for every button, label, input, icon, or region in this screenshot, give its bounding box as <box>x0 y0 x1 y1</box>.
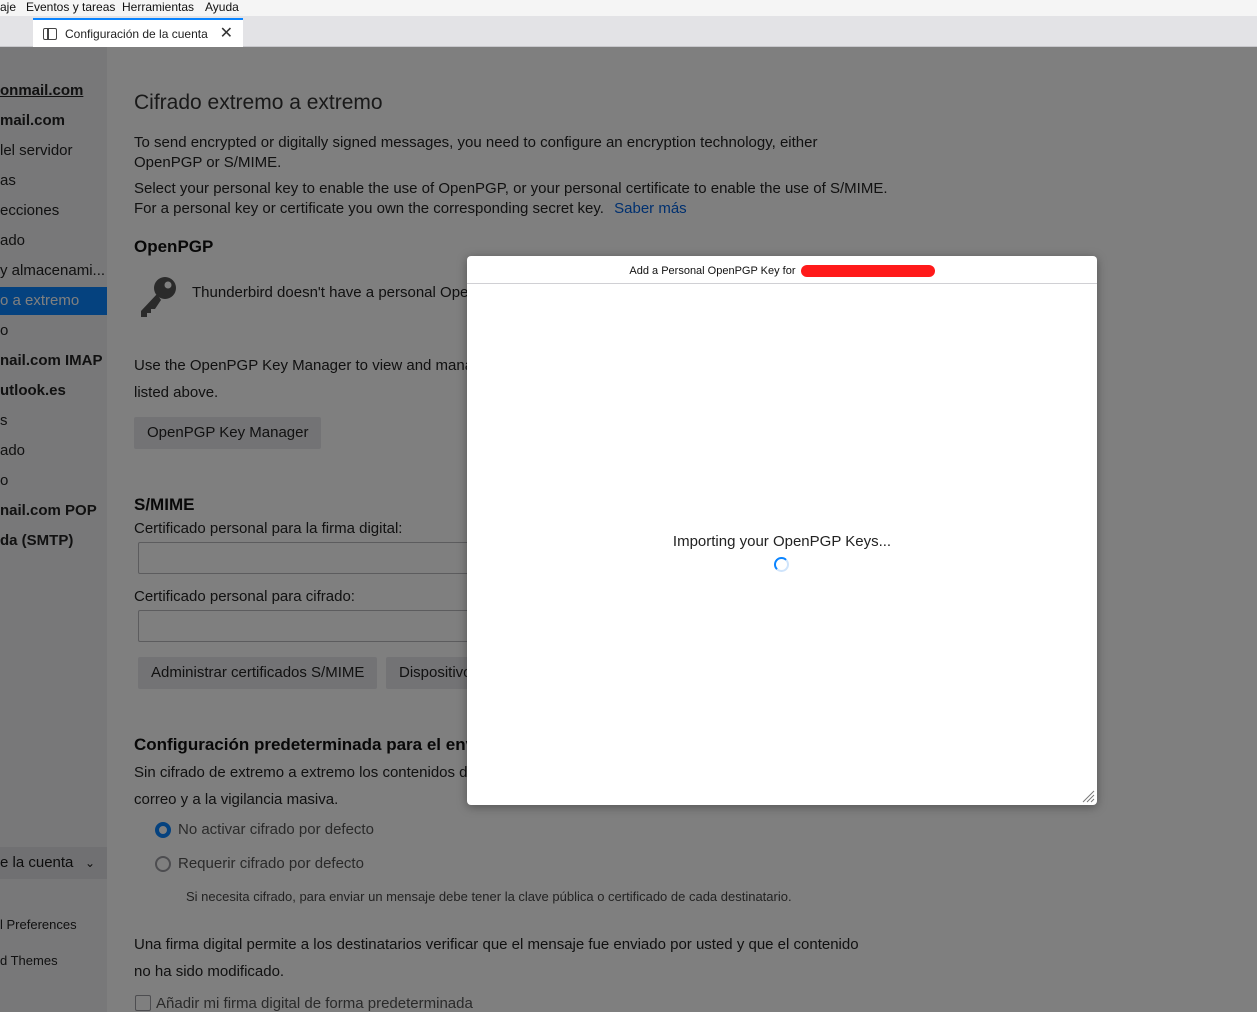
tab-label: Configuración de la cuenta <box>65 26 208 41</box>
resize-grip-icon[interactable] <box>1081 789 1095 803</box>
loading-spinner-icon <box>774 557 789 572</box>
loading-message: Importing your OpenPGP Keys... <box>672 533 892 550</box>
tab-account-settings[interactable]: Configuración de la cuenta ✕ <box>33 18 243 47</box>
tab-strip: Configuración de la cuenta ✕ <box>0 16 1257 47</box>
add-openpgp-key-dialog: Add a Personal OpenPGP Key for Importing… <box>467 256 1097 805</box>
menu-bar: aje Eventos y tareas Herramientas Ayuda <box>0 0 1257 16</box>
dialog-title: Add a Personal OpenPGP Key for <box>629 265 796 277</box>
menu-item-tools[interactable]: Herramientas <box>122 0 194 15</box>
dialog-title-bar: Add a Personal OpenPGP Key for <box>467 256 1097 284</box>
menu-item-events[interactable]: Eventos y tareas <box>26 0 115 15</box>
settings-tab-icon <box>43 27 57 40</box>
redacted-email-mark <box>800 265 935 278</box>
menu-item-message[interactable]: aje <box>0 0 16 15</box>
close-icon[interactable]: ✕ <box>220 23 233 43</box>
menu-item-help[interactable]: Ayuda <box>205 0 239 15</box>
